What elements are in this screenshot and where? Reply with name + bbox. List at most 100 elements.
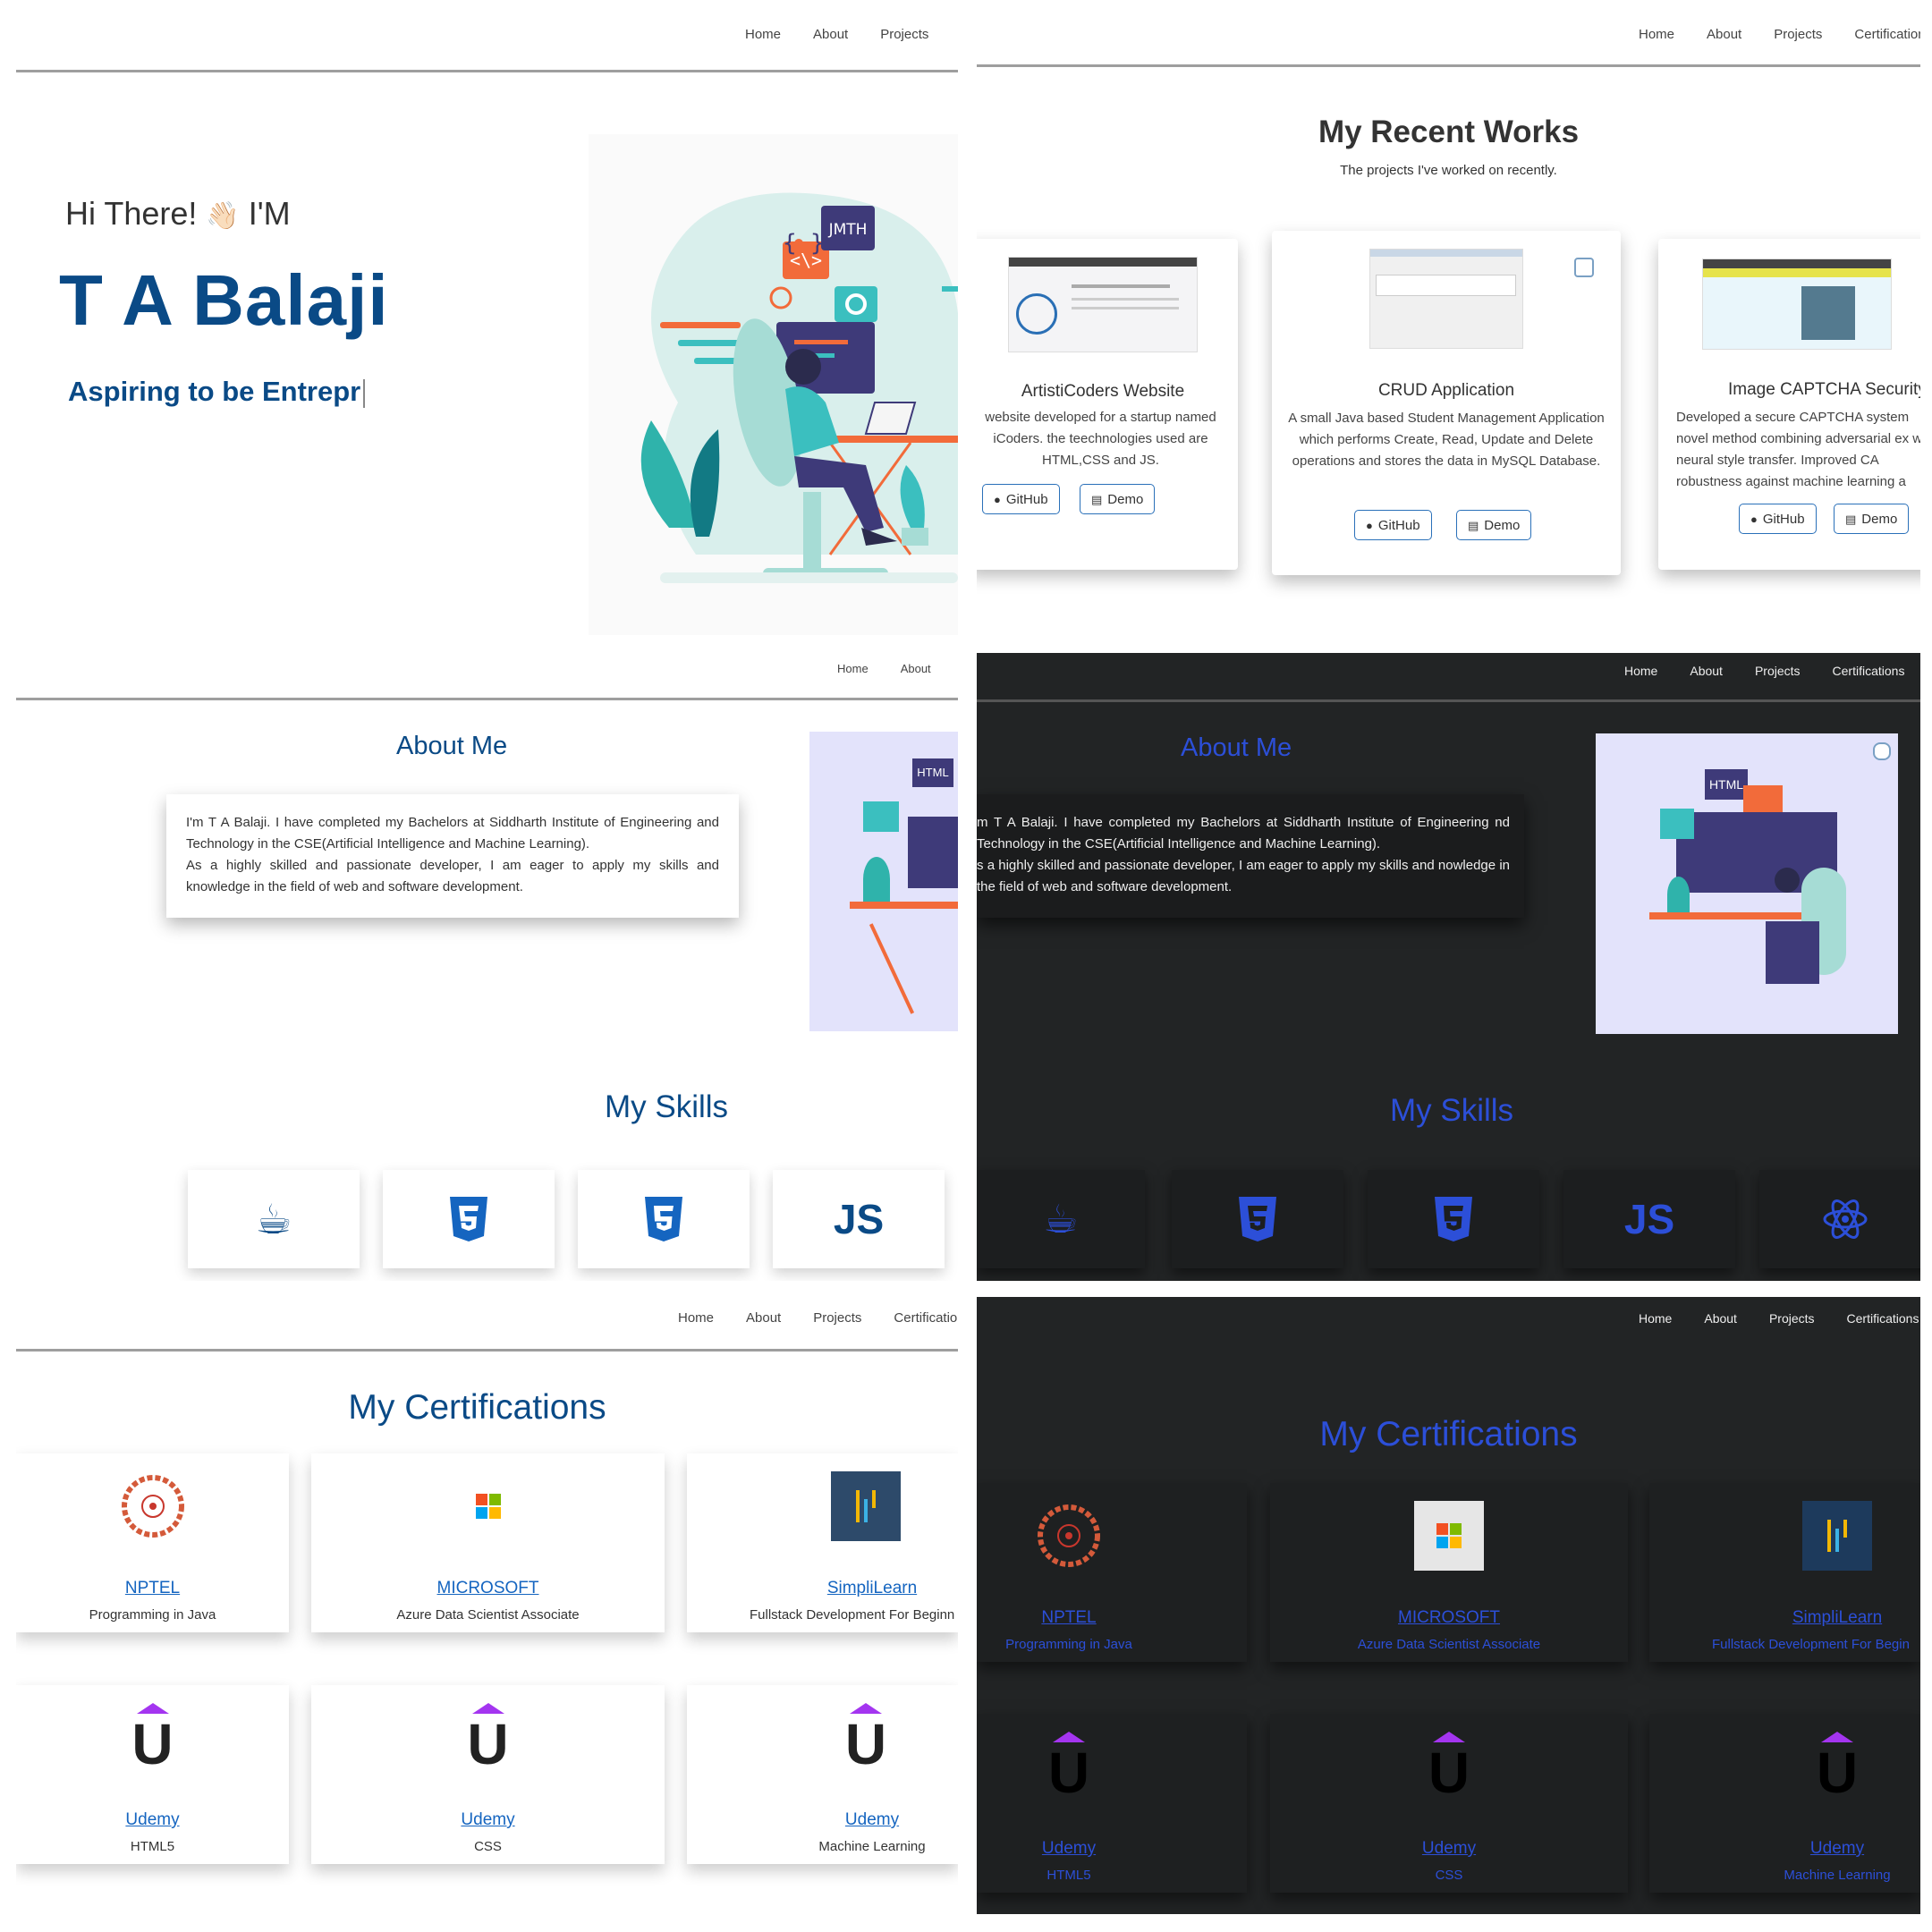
demo-button[interactable]: ▤ Demo bbox=[1456, 510, 1532, 540]
udemy-logo: U bbox=[453, 1703, 523, 1773]
navbar: Home About Projects Certifications bbox=[16, 1297, 958, 1352]
cert-card-udemy-ml: U Udemy Machine Learning bbox=[687, 1685, 958, 1864]
about-panel-light: Home About About Me I'm T A Balaji. I ha… bbox=[16, 651, 958, 1281]
skill-html5 bbox=[1172, 1170, 1343, 1268]
project-card: Image CAPTCHA Security Developed a secur… bbox=[1658, 239, 1920, 570]
project-thumbnail bbox=[1008, 257, 1198, 352]
navbar: Home About bbox=[16, 651, 958, 700]
nav-projects[interactable]: Projects bbox=[813, 1310, 861, 1326]
nav-certifications[interactable]: Certifications bbox=[1847, 1311, 1919, 1326]
github-button[interactable]: ● GitHub bbox=[982, 484, 1060, 514]
cert-card-udemy-html5: U Udemy HTML5 bbox=[977, 1714, 1247, 1893]
about-text-1: m T A Balaji. I have completed my Bachel… bbox=[977, 815, 1510, 852]
html-badge: HTML bbox=[1705, 769, 1748, 800]
project-description: A small Java based Student Management Ap… bbox=[1288, 411, 1605, 469]
cert-org[interactable]: MICROSOFT bbox=[1270, 1608, 1628, 1628]
cert-org[interactable]: Udemy bbox=[1739, 1839, 1920, 1859]
nav-home[interactable]: Home bbox=[678, 1310, 714, 1326]
cert-card-microsoft: MICROSOFT Azure Data Scientist Associate bbox=[1270, 1483, 1628, 1662]
udemy-logo: U bbox=[1802, 1732, 1872, 1801]
certifications-title: My Certifications bbox=[1319, 1415, 1578, 1453]
cert-course: Azure Data Scientist Associate bbox=[396, 1607, 580, 1623]
github-button[interactable]: ● GitHub bbox=[1354, 510, 1432, 540]
nav-about[interactable]: About bbox=[813, 27, 848, 42]
cert-org[interactable]: Udemy bbox=[1270, 1839, 1628, 1859]
cert-org[interactable]: SimpliLearn bbox=[1739, 1608, 1920, 1628]
nav-about[interactable]: About bbox=[901, 662, 931, 675]
cert-org[interactable]: NPTEL bbox=[977, 1608, 1161, 1628]
nav-about[interactable]: About bbox=[1704, 1311, 1737, 1326]
nav-certifications[interactable]: Certifications bbox=[894, 1310, 958, 1326]
cert-card-simplilearn: SimpliLearn Fullstack Development For Be… bbox=[687, 1453, 958, 1632]
cert-course: CSS bbox=[474, 1839, 502, 1854]
project-description: Developed a secure CAPTCHA system novel … bbox=[1676, 410, 1920, 489]
nav-home[interactable]: Home bbox=[837, 662, 869, 675]
html-badge: HTML bbox=[912, 758, 953, 787]
skills-title: My Skills bbox=[1390, 1093, 1514, 1128]
nptel-logo bbox=[1034, 1501, 1104, 1571]
certifications-title: My Certifications bbox=[348, 1388, 606, 1427]
project-thumbnail bbox=[1369, 249, 1523, 349]
nav-about[interactable]: About bbox=[1707, 27, 1741, 42]
cert-org[interactable]: MICROSOFT bbox=[311, 1579, 665, 1598]
cert-card-microsoft: MICROSOFT Azure Data Scientist Associate bbox=[311, 1453, 665, 1632]
developer-illustration: <\> JMTH { } bbox=[589, 134, 958, 635]
hero-panel: Home About Projects Hi There! 👋🏻 I'M T A… bbox=[16, 0, 958, 637]
demo-button[interactable]: ▤ Demo bbox=[1834, 504, 1910, 534]
css3-icon bbox=[1435, 1197, 1472, 1241]
skill-react bbox=[1759, 1170, 1920, 1268]
skill-css3 bbox=[1368, 1170, 1539, 1268]
cert-course: Fullstack Development For Begin bbox=[1712, 1637, 1910, 1652]
nav-home[interactable]: Home bbox=[1639, 27, 1674, 42]
about-title: About Me bbox=[396, 732, 508, 760]
cert-course: Azure Data Scientist Associate bbox=[1357, 1637, 1541, 1652]
fullscreen-icon[interactable] bbox=[1873, 742, 1891, 760]
cert-course: CSS bbox=[1435, 1868, 1463, 1883]
nav-home[interactable]: Home bbox=[1624, 664, 1657, 678]
demo-icon: ▤ bbox=[1091, 493, 1103, 506]
cert-course: Machine Learning bbox=[1784, 1868, 1891, 1883]
github-button[interactable]: ● GitHub bbox=[1739, 504, 1817, 534]
fullscreen-icon[interactable] bbox=[1574, 258, 1594, 277]
js-icon: JS bbox=[1623, 1196, 1675, 1242]
cert-org[interactable]: Udemy bbox=[977, 1839, 1161, 1859]
projects-subtitle: The projects I've worked on recently. bbox=[1340, 163, 1557, 178]
cert-card-udemy-ml: U Udemy Machine Learning bbox=[1649, 1714, 1920, 1893]
cert-org[interactable]: Udemy bbox=[16, 1810, 289, 1830]
nav-projects[interactable]: Projects bbox=[1755, 664, 1801, 678]
udemy-logo: U bbox=[1034, 1732, 1104, 1801]
udemy-logo: U bbox=[1414, 1732, 1484, 1801]
demo-button[interactable]: ▤ Demo bbox=[1080, 484, 1156, 514]
nav-certifications[interactable]: Certifications bbox=[1854, 27, 1920, 42]
cert-org[interactable]: Udemy bbox=[311, 1810, 665, 1830]
cert-org[interactable]: SimpliLearn bbox=[774, 1579, 958, 1598]
project-title: ArtistiCoders Website bbox=[1021, 382, 1185, 401]
cert-org[interactable]: NPTEL bbox=[16, 1579, 289, 1598]
cert-card-udemy-css: U Udemy CSS bbox=[1270, 1714, 1628, 1893]
about-card: m T A Balaji. I have completed my Bachel… bbox=[977, 794, 1524, 918]
cert-card-udemy-css: U Udemy CSS bbox=[311, 1685, 665, 1864]
nav-projects[interactable]: Projects bbox=[1774, 27, 1822, 42]
navbar: Home About Projects Certifications bbox=[977, 0, 1920, 67]
about-card: I'm T A Balaji. I have completed my Bach… bbox=[166, 794, 739, 918]
project-title: Image CAPTCHA Security bbox=[1728, 380, 1920, 399]
react-icon bbox=[1823, 1199, 1868, 1239]
about-illustration: HTML bbox=[809, 732, 958, 1031]
about-text-2: s a highly skilled and passionate develo… bbox=[977, 858, 1510, 894]
cert-course: Programming in Java bbox=[1005, 1637, 1132, 1652]
nav-home[interactable]: Home bbox=[745, 27, 781, 42]
nav-projects[interactable]: Projects bbox=[880, 27, 928, 42]
nav-certifications[interactable]: Certifications bbox=[1833, 664, 1905, 678]
nptel-logo bbox=[118, 1471, 188, 1541]
cert-org[interactable]: Udemy bbox=[774, 1810, 958, 1830]
about-title: About Me bbox=[1181, 733, 1292, 762]
nav-home[interactable]: Home bbox=[1639, 1311, 1672, 1326]
nav-projects[interactable]: Projects bbox=[1769, 1311, 1815, 1326]
udemy-logo: U bbox=[831, 1703, 901, 1773]
nav-about[interactable]: About bbox=[746, 1310, 781, 1326]
project-title: CRUD Application bbox=[1377, 381, 1515, 400]
hero-name: T A Balaji bbox=[59, 260, 389, 340]
cert-card-simplilearn: SimpliLearn Fullstack Development For Be… bbox=[1649, 1483, 1920, 1662]
simplilearn-logo bbox=[831, 1471, 901, 1541]
nav-about[interactable]: About bbox=[1690, 664, 1723, 678]
